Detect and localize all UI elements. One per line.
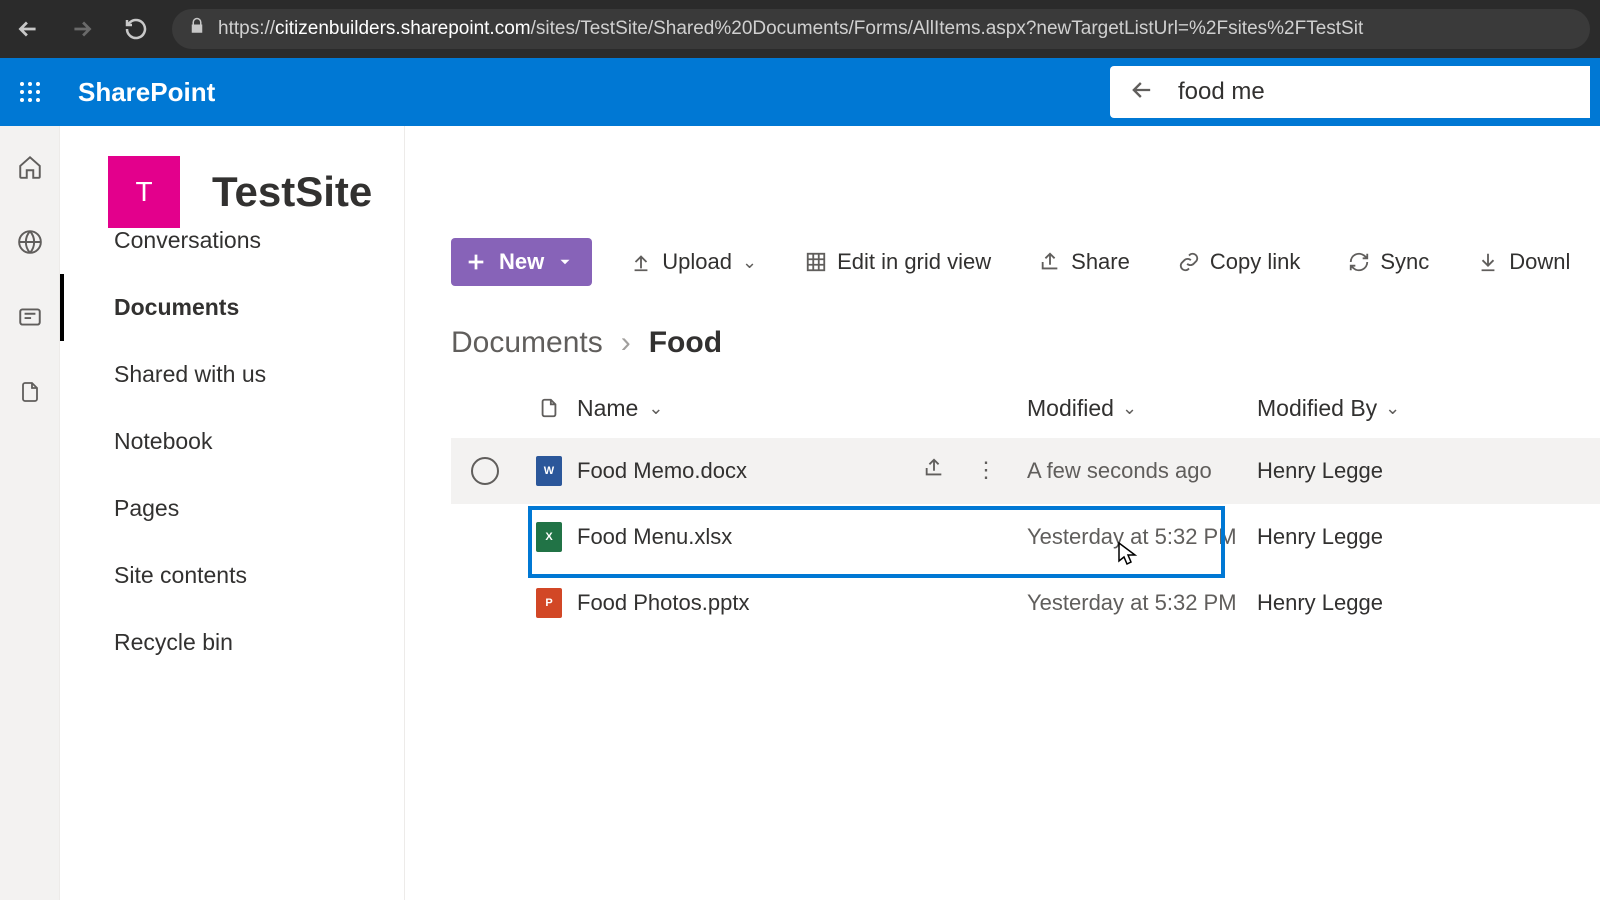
left-nav: HomeConversationsDocumentsShared with us… xyxy=(60,126,405,900)
upload-button[interactable]: Upload ⌄ xyxy=(620,241,767,283)
search-input[interactable] xyxy=(1178,78,1572,106)
nav-item-pages[interactable]: Pages xyxy=(60,475,404,542)
site-logo[interactable]: T xyxy=(108,156,180,228)
row-select-circle[interactable] xyxy=(471,457,499,485)
site-header: T TestSite xyxy=(108,156,372,228)
nav-item-recycle-bin[interactable]: Recycle bin xyxy=(60,609,404,676)
news-icon[interactable] xyxy=(17,304,43,335)
new-button[interactable]: New xyxy=(451,238,592,286)
modified-by-cell[interactable]: Henry Legge xyxy=(1257,458,1487,484)
table-row[interactable]: W Food Memo.docx ⋮ A few seconds agoHenry L… xyxy=(451,438,1600,504)
reload-button[interactable] xyxy=(118,11,154,47)
nav-item-shared-with-us[interactable]: Shared with us xyxy=(60,341,404,408)
lock-icon xyxy=(188,17,206,41)
files-icon[interactable] xyxy=(18,379,42,410)
share-icon[interactable] xyxy=(923,457,945,485)
column-header-row: Name⌄ Modified⌄ Modified By⌄ xyxy=(451,378,1600,438)
breadcrumb-current: Food xyxy=(649,326,722,360)
column-modified-by[interactable]: Modified By⌄ xyxy=(1257,395,1487,422)
nav-item-site-contents[interactable]: Site contents xyxy=(60,542,404,609)
search-box[interactable] xyxy=(1110,66,1590,118)
command-bar: New Upload ⌄ Edit in grid view Share Cop… xyxy=(405,226,1600,298)
modified-cell: Yesterday at 5:32 PM xyxy=(1027,524,1257,550)
new-button-label: New xyxy=(499,249,544,275)
table-row[interactable]: X Food Menu.xlsx Yesterday at 5:32 PMHenry… xyxy=(451,504,1600,570)
url-text: https://citizenbuilders.sharepoint.com/s… xyxy=(218,18,1363,40)
download-button[interactable]: Downl xyxy=(1467,241,1580,283)
file-type-icon[interactable] xyxy=(521,395,577,421)
edit-grid-button[interactable]: Edit in grid view xyxy=(795,241,1001,283)
address-bar[interactable]: https://citizenbuilders.sharepoint.com/s… xyxy=(172,9,1590,49)
modified-cell: Yesterday at 5:32 PM xyxy=(1027,590,1257,616)
file-name[interactable]: Food Menu.xlsx xyxy=(577,524,732,550)
main-content: New Upload ⌄ Edit in grid view Share Cop… xyxy=(405,126,1600,900)
browser-toolbar: https://citizenbuilders.sharepoint.com/s… xyxy=(0,0,1600,58)
file-name[interactable]: Food Memo.docx xyxy=(577,458,747,484)
excel-file-icon: X xyxy=(536,522,562,552)
site-title[interactable]: TestSite xyxy=(212,168,372,216)
sync-button[interactable]: Sync xyxy=(1338,241,1439,283)
file-name[interactable]: Food Photos.pptx xyxy=(577,590,749,616)
ppt-file-icon: P xyxy=(536,588,562,618)
forward-button[interactable] xyxy=(64,11,100,47)
chevron-right-icon: › xyxy=(621,326,631,360)
nav-item-documents[interactable]: Documents xyxy=(60,274,404,341)
suite-title[interactable]: SharePoint xyxy=(78,77,215,108)
app-launcher-icon[interactable] xyxy=(10,72,50,112)
left-rail xyxy=(0,126,60,900)
back-arrow-icon[interactable] xyxy=(1128,76,1156,109)
breadcrumb-root[interactable]: Documents xyxy=(451,326,603,360)
home-icon[interactable] xyxy=(17,154,43,185)
column-modified[interactable]: Modified⌄ xyxy=(1027,395,1257,422)
globe-icon[interactable] xyxy=(17,229,43,260)
modified-by-cell[interactable]: Henry Legge xyxy=(1257,524,1487,550)
document-list: Name⌄ Modified⌄ Modified By⌄ W Food Memo.… xyxy=(405,378,1600,636)
copy-link-button[interactable]: Copy link xyxy=(1168,241,1310,283)
nav-item-notebook[interactable]: Notebook xyxy=(60,408,404,475)
more-icon[interactable]: ⋮ xyxy=(975,457,997,485)
breadcrumb: Documents › Food xyxy=(405,298,1600,378)
back-button[interactable] xyxy=(10,11,46,47)
modified-by-cell[interactable]: Henry Legge xyxy=(1257,590,1487,616)
word-file-icon: W xyxy=(536,456,562,486)
modified-cell: A few seconds ago xyxy=(1027,458,1257,484)
share-button[interactable]: Share xyxy=(1029,241,1140,283)
column-name[interactable]: Name⌄ xyxy=(577,395,1027,422)
suite-bar: SharePoint xyxy=(0,58,1600,126)
table-row[interactable]: P Food Photos.pptx Yesterday at 5:32 PMHen… xyxy=(451,570,1600,636)
